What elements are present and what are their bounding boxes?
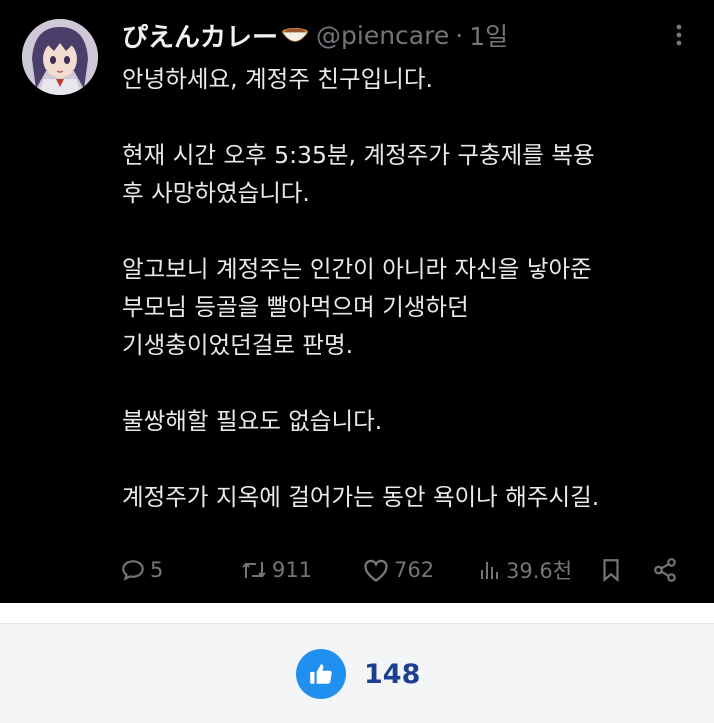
- bookmark-button[interactable]: [600, 552, 622, 588]
- avatar[interactable]: [22, 19, 98, 95]
- like-count: 762: [394, 558, 435, 582]
- separator-dot: ·: [455, 20, 464, 50]
- tweet-actions: 5 911 762 39.6천: [120, 552, 690, 588]
- reply-icon: [120, 557, 146, 583]
- share-icon: [652, 557, 678, 583]
- reply-count: 5: [150, 558, 164, 582]
- tweet-paragraph: 계정주가 지옥에 걸어가는 동안 욕이나 해주시길.: [122, 483, 600, 511]
- retweet-icon: [240, 558, 268, 582]
- curry-bowl-icon: [280, 25, 310, 45]
- views-count: 39.6천: [506, 559, 573, 583]
- post-time[interactable]: 1일: [469, 17, 508, 53]
- tweet-card: ぴえんカレー @piencare · 1일 안녕하세요, 계정주 친구입니다. …: [0, 0, 714, 603]
- recommend-bar: 148: [0, 624, 714, 723]
- retweet-count: 911: [272, 558, 313, 582]
- retweet-button[interactable]: 911: [240, 552, 312, 588]
- spacer: [0, 603, 714, 623]
- more-options-icon[interactable]: [664, 22, 694, 48]
- thumbs-up-icon[interactable]: [296, 649, 346, 699]
- like-button[interactable]: 762: [362, 552, 434, 588]
- user-handle[interactable]: @piencare: [316, 21, 449, 50]
- views-button[interactable]: 39.6천: [478, 552, 572, 588]
- recommend-button[interactable]: 148: [296, 649, 420, 699]
- tweet-paragraph: 불쌍해할 필요도 없습니다.: [122, 407, 383, 435]
- reply-button[interactable]: 5: [120, 552, 163, 588]
- tweet-header: ぴえんカレー @piencare · 1일: [122, 16, 508, 54]
- recommend-count: 148: [364, 658, 421, 690]
- tweet-paragraph: 알고보니 계정주는 인간이 아니라 자신을 낳아준 부모님 등골을 빨아먹으며 …: [122, 255, 592, 359]
- tweet-paragraph: 현재 시간 오후 5:35분, 계정주가 구충제를 복용 후 사망하였습니다.: [122, 141, 595, 207]
- tweet-text: 안녕하세요, 계정주 친구입니다. 현재 시간 오후 5:35분, 계정주가 구…: [122, 60, 702, 516]
- tweet-paragraph: 안녕하세요, 계정주 친구입니다.: [122, 65, 433, 93]
- views-icon: [478, 558, 502, 582]
- share-button[interactable]: [652, 552, 678, 588]
- bookmark-icon: [600, 557, 622, 583]
- display-name[interactable]: ぴえんカレー: [122, 17, 278, 54]
- heart-icon: [362, 557, 390, 583]
